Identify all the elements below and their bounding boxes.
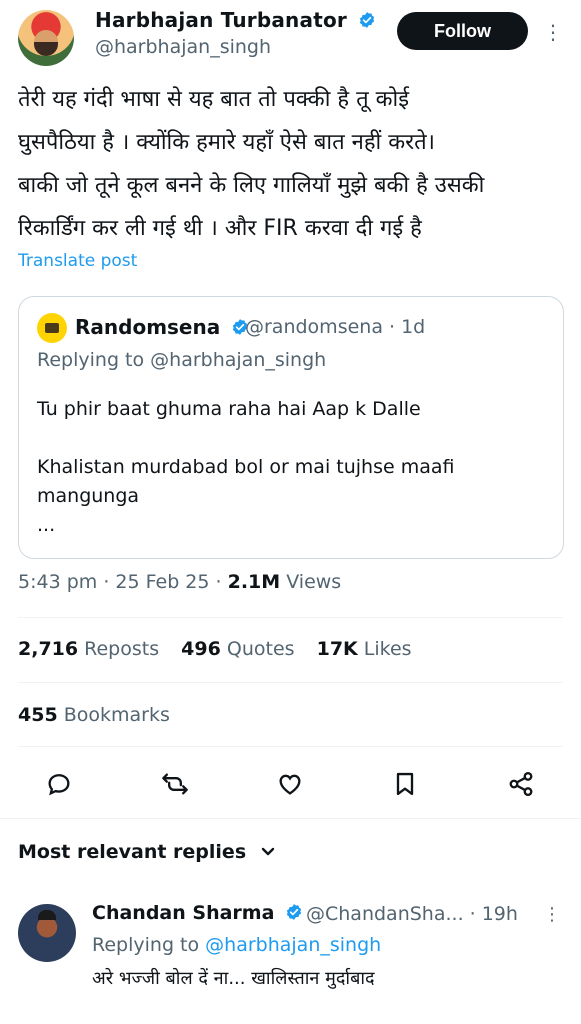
bookmark-button[interactable] [381, 760, 429, 808]
action-bar [0, 760, 581, 808]
chevron-down-icon [261, 847, 274, 856]
divider [18, 746, 563, 747]
views-label: Views [280, 571, 342, 593]
author-avatar[interactable] [18, 10, 74, 66]
reply-text: अरे भज्जी बोल दें ना... खालिस्तान मुर्दा… [92, 968, 375, 989]
more-options-icon[interactable]: ⋮ [543, 18, 563, 46]
quoted-post[interactable]: Randomsena @randomsena · 1d Replying to … [18, 296, 564, 559]
post-header: Harbhajan Turbanator @harbhajan_singh Fo… [0, 0, 581, 68]
share-icon [509, 771, 533, 797]
quotes-count: 496 [181, 638, 221, 660]
author-name-text: Harbhajan Turbanator [95, 8, 347, 32]
post-text: तेरी यह गंदी भाषा से यह बात तो पक्की है … [18, 78, 566, 250]
verified-badge-icon [286, 904, 302, 920]
likes-label: Likes [357, 638, 412, 660]
reply-author-handle[interactable]: @ChandanSha... · 19h [306, 903, 518, 925]
likes-stat[interactable]: 17K Likes [317, 638, 412, 660]
post-text-line: रिकार्डिंग कर ली गई थी । और FIR करवा दी … [18, 216, 422, 241]
bookmarks-count: 455 [18, 704, 58, 726]
quoted-author-avatar [37, 313, 67, 343]
divider [18, 682, 563, 683]
post-meta: 5:43 pm · 25 Feb 25 · 2.1M Views [18, 571, 341, 593]
bookmarks-stat: 455 Bookmarks [18, 704, 170, 726]
post-text-line: घुसपैठिया है । क्योंकि हमारे यहाँ ऐसे बा… [18, 130, 435, 155]
translate-post-link[interactable]: Translate post [18, 251, 137, 271]
quotes-label: Quotes [220, 638, 295, 660]
bookmarks-label: Bookmarks [57, 704, 170, 726]
repost-button[interactable] [151, 760, 199, 808]
reply-icon [48, 774, 70, 796]
like-icon [279, 774, 301, 795]
quoted-author-name: Randomsena [75, 315, 249, 339]
reply-author-avatar[interactable] [18, 904, 76, 962]
follow-button[interactable]: Follow [397, 12, 528, 50]
quotes-stat[interactable]: 496 Quotes [181, 638, 294, 660]
repost-icon [162, 773, 188, 795]
views-count: 2.1M [227, 571, 281, 593]
verified-badge-icon [360, 12, 375, 28]
reposts-count: 2,716 [18, 638, 79, 660]
engagement-stats: 2,716 Reposts 496 Quotes 17K Likes [18, 638, 428, 660]
post-text-line: बाकी जो तूने कूल बनने के लिए गालियाँ मुझ… [18, 173, 485, 198]
author-handle[interactable]: @harbhajan_singh [95, 36, 271, 58]
quoted-replying-to: Replying to @harbhajan_singh [37, 349, 327, 371]
avatar-beard [34, 42, 58, 56]
bookmark-icon [396, 772, 414, 796]
replying-to-prefix: Replying to [92, 934, 206, 956]
post-text-line: तेरी यह गंदी भाषा से यह बात तो पक्की है … [18, 87, 409, 112]
reply-button[interactable] [35, 760, 83, 808]
reply-author-name-text: Chandan Sharma [92, 902, 275, 924]
quoted-author-handle: @randomsena · 1d [245, 316, 426, 338]
divider [0, 818, 581, 819]
replies-sort-dropdown[interactable]: Most relevant replies [18, 841, 275, 863]
author-name[interactable]: Harbhajan Turbanator [95, 8, 376, 32]
post-timestamp[interactable]: 5:43 pm · 25 Feb 25 · [18, 571, 228, 593]
reposts-stat[interactable]: 2,716 Reposts [18, 638, 159, 660]
reply-author-name[interactable]: Chandan Sharma [92, 902, 303, 924]
likes-count: 17K [316, 638, 358, 660]
divider [18, 617, 563, 618]
quoted-ellipsis: ... [37, 514, 56, 536]
reposts-label: Reposts [78, 638, 160, 660]
replying-to-handle-link[interactable]: @harbhajan_singh [205, 934, 381, 956]
reply-more-options-icon[interactable]: ⋮ [543, 904, 561, 930]
quoted-paragraph: Khalistan murdabad bol or mai tujhse maa… [37, 456, 455, 507]
like-button[interactable] [266, 760, 314, 808]
quoted-paragraph: Tu phir baat ghuma raha hai Aap k Dalle [37, 398, 421, 420]
quoted-text: Tu phir baat ghuma raha hai Aap k Dalle … [37, 395, 547, 540]
quoted-author-name-text: Randomsena [75, 315, 221, 339]
replies-header-label: Most relevant replies [18, 841, 247, 863]
share-button[interactable] [497, 760, 545, 808]
reply-replying-to: Replying to @harbhajan_singh [92, 934, 381, 956]
avatar-hair [38, 910, 56, 920]
